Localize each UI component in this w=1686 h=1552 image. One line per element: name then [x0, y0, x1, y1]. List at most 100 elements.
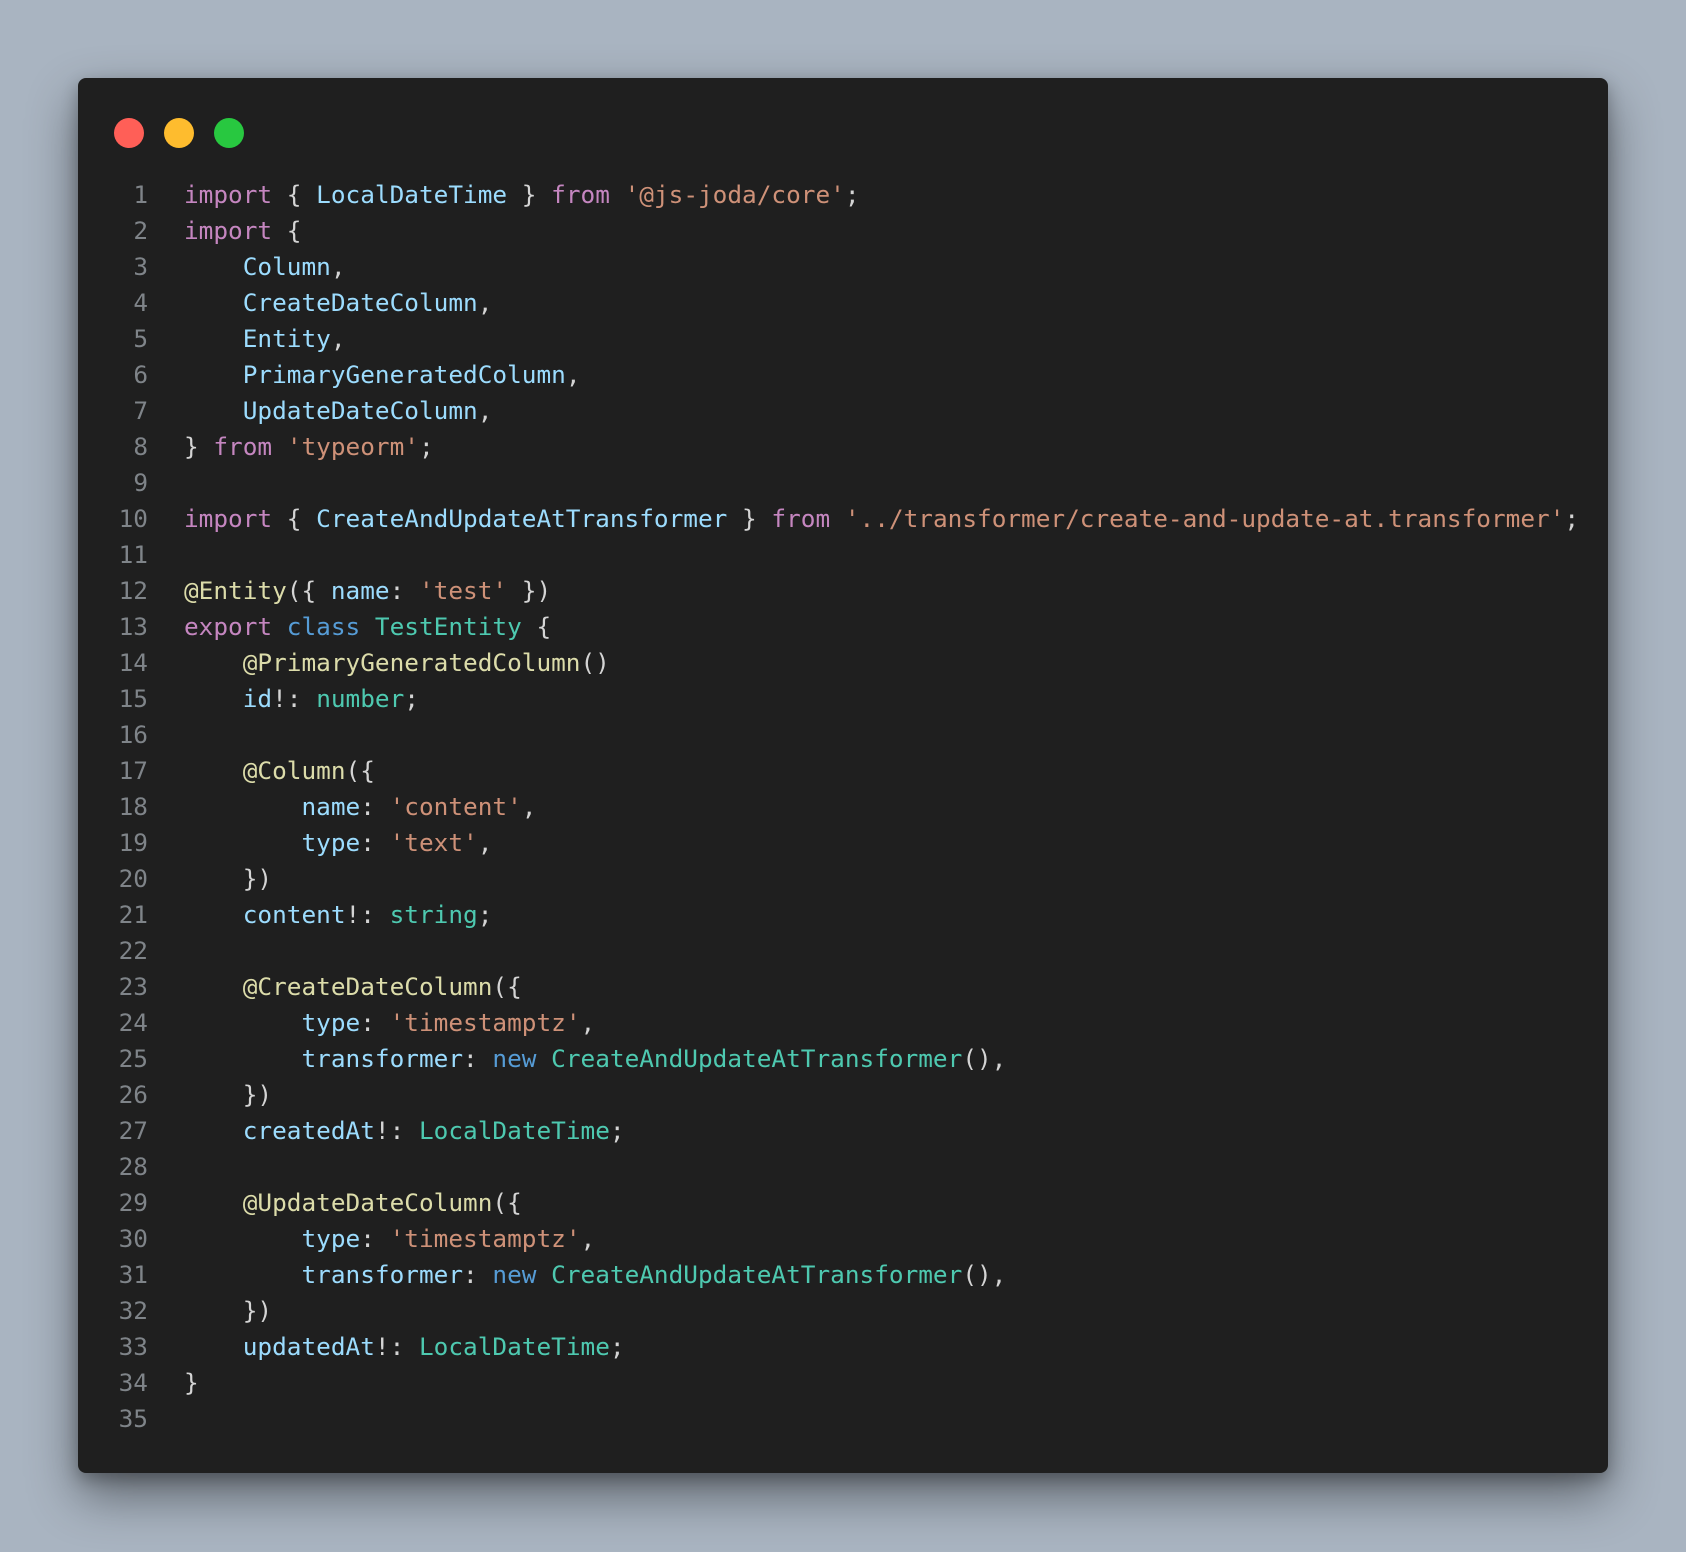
code-token: ({ — [492, 1188, 522, 1217]
code-line: 24 type: 'timestamptz', — [78, 1005, 1579, 1041]
code-line: 22 — [78, 933, 1579, 969]
code-token: type — [301, 1008, 361, 1037]
code-token: from — [771, 504, 831, 533]
code-line: 34} — [78, 1365, 1579, 1401]
line-number: 27 — [118, 1116, 148, 1145]
line-number: 10 — [118, 504, 148, 533]
code-token: import — [184, 180, 273, 209]
code-text: createdAt!: LocalDateTime; — [148, 1113, 625, 1149]
code-token: (), — [962, 1044, 1007, 1073]
code-text: }) — [148, 1077, 272, 1113]
code-text: @UpdateDateColumn({ — [148, 1185, 522, 1221]
code-token: '../transformer/create-and-update-at.tra… — [844, 504, 1565, 533]
code-text: } — [148, 1365, 199, 1401]
line-number: 6 — [133, 360, 148, 389]
code-line: 31 transformer: new CreateAndUpdateAtTra… — [78, 1257, 1579, 1293]
code-token: { — [272, 504, 317, 533]
code-token: Column — [242, 252, 331, 281]
code-line: 26 }) — [78, 1077, 1579, 1113]
line-number: 7 — [133, 396, 148, 425]
maximize-button[interactable] — [214, 118, 244, 148]
code-token: new — [492, 1044, 537, 1073]
code-token: transformer — [301, 1260, 464, 1289]
code-token: ({ — [286, 576, 331, 605]
code-line: 15 id!: number; — [78, 681, 1579, 717]
code-line: 9 — [78, 465, 1579, 501]
code-token: @UpdateDateColumn — [242, 1188, 493, 1217]
line-number: 18 — [118, 792, 148, 821]
code-line: 18 name: 'content', — [78, 789, 1579, 825]
line-number: 1 — [133, 180, 148, 209]
code-token: LocalDateTime — [316, 180, 508, 209]
line-number: 25 — [118, 1044, 148, 1073]
code-token: id — [242, 684, 273, 713]
code-token: CreateDateColumn — [242, 288, 478, 317]
code-text: UpdateDateColumn, — [148, 393, 493, 429]
code-text: @CreateDateColumn({ — [148, 969, 522, 1005]
code-token: }) — [507, 576, 552, 605]
line-number: 28 — [118, 1152, 148, 1181]
line-number: 16 — [118, 720, 148, 749]
code-text: import { LocalDateTime } from '@js-joda/… — [148, 177, 860, 213]
line-number: 3 — [133, 252, 148, 281]
code-line: 10 import { CreateAndUpdateAtTransformer … — [78, 501, 1579, 537]
line-number: 14 — [118, 648, 148, 677]
code-text: @PrimaryGeneratedColumn() — [148, 645, 610, 681]
code-editor[interactable]: 1 import { LocalDateTime } from '@js-joda… — [78, 177, 1579, 1437]
code-token: createdAt — [242, 1116, 375, 1145]
code-text: CreateDateColumn, — [148, 285, 493, 321]
code-text: import { — [148, 213, 301, 249]
code-token: : — [463, 1044, 493, 1073]
code-token: (), — [962, 1260, 1007, 1289]
code-line: 7 UpdateDateColumn, — [78, 393, 1579, 429]
line-number: 22 — [118, 936, 148, 965]
code-text: Entity, — [148, 321, 346, 357]
code-line: 1 import { LocalDateTime } from '@js-joda… — [78, 177, 1579, 213]
code-token: : — [463, 1260, 493, 1289]
minimize-button[interactable] — [164, 118, 194, 148]
code-text: type: 'timestamptz', — [148, 1005, 595, 1041]
code-token: 'typeorm' — [286, 432, 419, 461]
line-number: 9 — [133, 468, 148, 497]
line-number: 8 — [133, 432, 148, 461]
close-button[interactable] — [114, 118, 144, 148]
line-number: 24 — [118, 1008, 148, 1037]
code-token: } — [507, 180, 552, 209]
line-number: 20 — [118, 864, 148, 893]
code-line: 19 type: 'text', — [78, 825, 1579, 861]
code-line: 6 PrimaryGeneratedColumn, — [78, 357, 1579, 393]
code-token: new — [492, 1260, 537, 1289]
code-token: import — [184, 504, 273, 533]
code-token: export — [184, 612, 273, 641]
code-line: 23 @CreateDateColumn({ — [78, 969, 1579, 1005]
code-line: 4 CreateDateColumn, — [78, 285, 1579, 321]
code-line: 2 import { — [78, 213, 1579, 249]
code-token: } — [184, 432, 214, 461]
code-line: 30 type: 'timestamptz', — [78, 1221, 1579, 1257]
code-text: Column, — [148, 249, 346, 285]
line-number: 29 — [118, 1188, 148, 1217]
code-token: PrimaryGeneratedColumn — [242, 360, 566, 389]
code-line: 11 — [78, 537, 1579, 573]
code-token: ; — [609, 1332, 625, 1361]
code-token: from — [551, 180, 610, 209]
code-line: 5 Entity, — [78, 321, 1579, 357]
code-token: name — [330, 576, 390, 605]
code-text: import { CreateAndUpdateAtTransformer } … — [148, 501, 1579, 537]
code-text: transformer: new CreateAndUpdateAtTransf… — [148, 1257, 1006, 1293]
code-token: @CreateDateColumn — [242, 972, 493, 1001]
